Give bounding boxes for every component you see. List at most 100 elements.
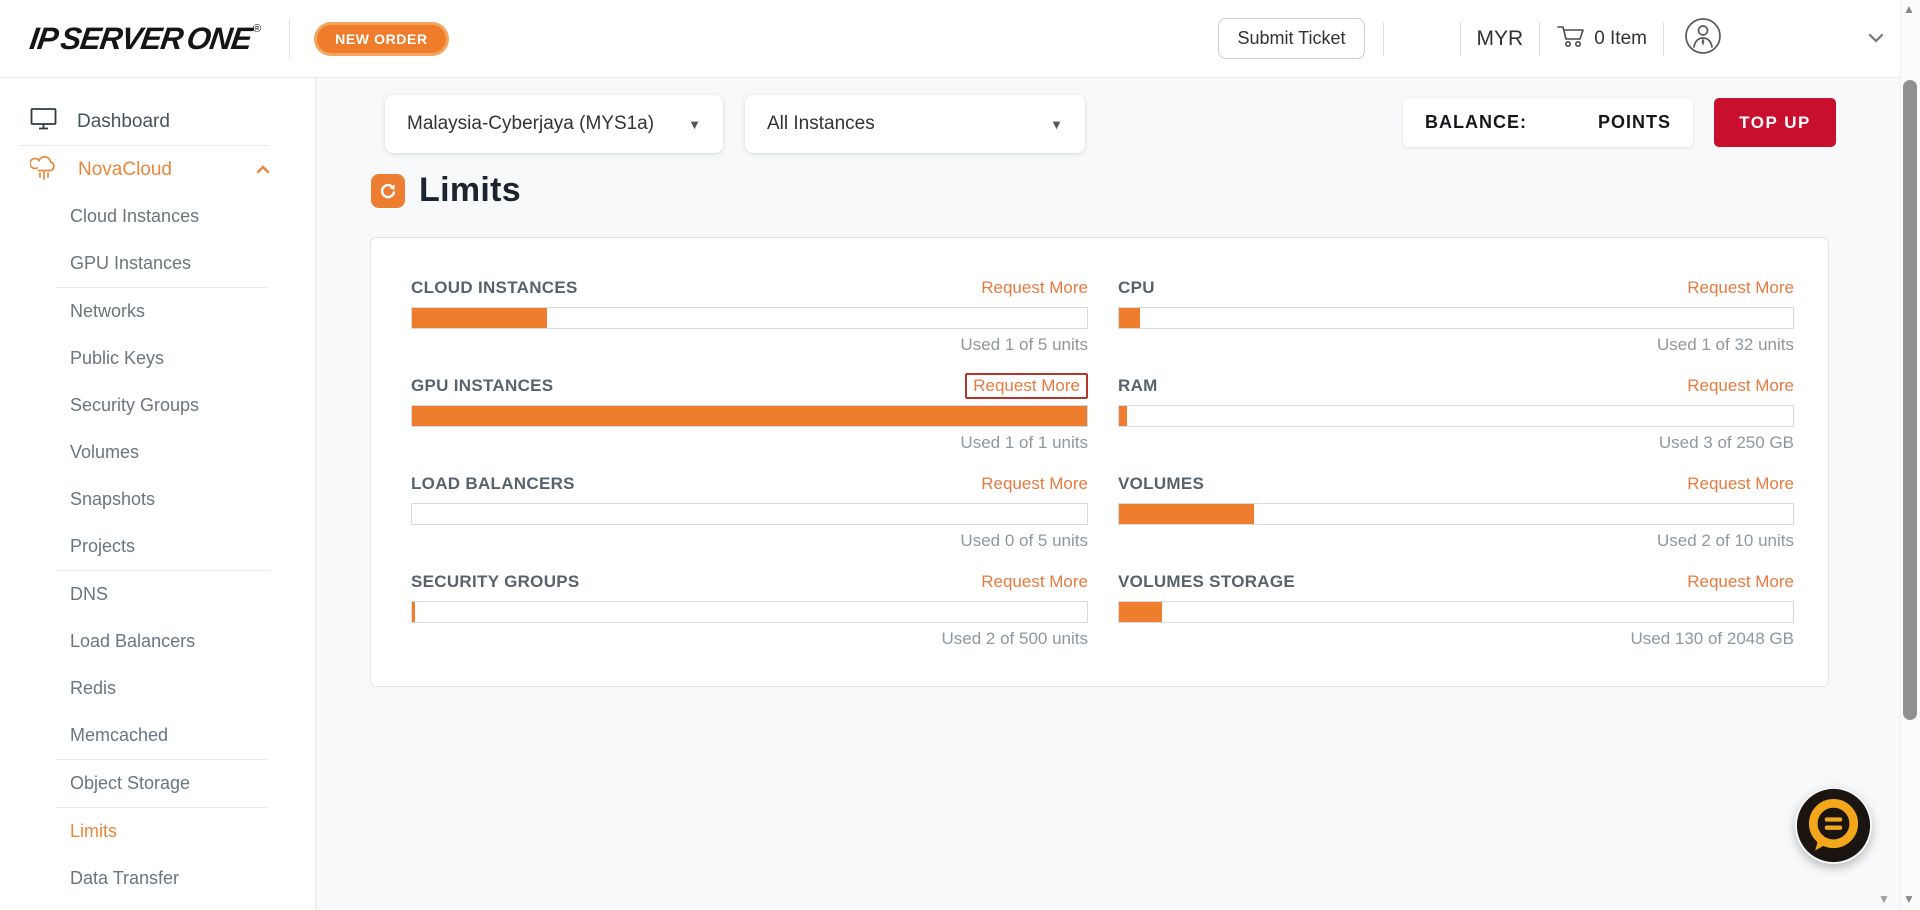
progress-track (411, 601, 1088, 623)
submit-ticket-button[interactable]: Submit Ticket (1218, 18, 1365, 59)
sidebar-item-security-groups[interactable]: Security Groups (0, 382, 315, 429)
limit-cell-volumes: VOLUMES Request More Used 2 of 10 units (1118, 472, 1794, 551)
sidebar-item-label: Limits (70, 821, 118, 841)
balance-label: BALANCE: (1425, 112, 1527, 132)
sidebar-item-label: NovaCloud (78, 158, 172, 180)
sidebar-item-projects[interactable]: Projects (0, 523, 315, 570)
sidebar-item-gpu-instances[interactable]: GPU Instances (0, 240, 315, 287)
ipserverone-logo[interactable]: IP SERVER ONE ® (27, 20, 262, 57)
progress-track (1118, 601, 1794, 623)
usage-text: Used 0 of 5 units (960, 531, 1088, 550)
sidebar-item-object-storage[interactable]: Object Storage (0, 760, 315, 807)
limit-cell-security-groups: SECURITY GROUPS Request More Used 2 of 5… (411, 570, 1088, 649)
usage-text: Used 2 of 500 units (941, 629, 1088, 648)
page-title: Limits (419, 171, 521, 209)
request-more-link[interactable]: Request More (981, 278, 1088, 298)
request-more-link[interactable]: Request More (1687, 376, 1794, 396)
sidebar-item-label: Cloud Instances (70, 206, 200, 226)
scroll-up-icon[interactable]: ▲ (1903, 2, 1915, 16)
sidebar-item-networks[interactable]: Networks (0, 288, 315, 335)
sidebar-item-load-balancers[interactable]: Load Balancers (0, 618, 315, 665)
progress-fill (1119, 308, 1141, 328)
region-dropdown[interactable]: Malaysia-Cyberjaya (MYS1a) ▼ (385, 95, 723, 153)
sidebar-item-label: Redis (70, 678, 117, 698)
usage-text: Used 1 of 1 units (960, 433, 1088, 452)
logo-registered-mark: ® (253, 22, 262, 35)
limit-cell-volumes-storage: VOLUMES STORAGE Request More Used 130 of… (1118, 570, 1794, 649)
sidebar-item-public-keys[interactable]: Public Keys (0, 335, 315, 382)
usage-text: Used 2 of 10 units (1656, 531, 1794, 550)
sidebar-item-label: GPU Instances (70, 253, 192, 273)
currency-label[interactable]: MYR (1477, 27, 1524, 51)
sidebar-item-snapshots[interactable]: Snapshots (0, 476, 315, 523)
dashboard-icon (30, 107, 57, 136)
sidebar-item-redis[interactable]: Redis (0, 665, 315, 712)
sidebar-item-data-transfer[interactable]: Data Transfer (0, 855, 315, 902)
progress-fill (412, 406, 1087, 426)
sidebar-item-cloud-instances[interactable]: Cloud Instances (0, 193, 315, 240)
limit-label: VOLUMES STORAGE (1118, 572, 1296, 591)
sidebar-item-volumes[interactable]: Volumes (0, 429, 315, 476)
instances-dropdown-value: All Instances (767, 113, 875, 134)
request-more-link[interactable]: Request More (1687, 572, 1794, 592)
limit-cell-cpu: CPU Request More Used 1 of 32 units (1118, 276, 1794, 355)
new-order-button[interactable]: NEW ORDER (314, 21, 449, 56)
sidebar-item-label: Object Storage (70, 773, 191, 793)
header-divider (289, 18, 291, 59)
header-divider (1459, 21, 1461, 56)
sidebar-item-label: Memcached (70, 725, 169, 745)
balance-box: BALANCE: POINTS (1403, 98, 1693, 147)
progress-track (1118, 503, 1794, 525)
header-divider (1539, 21, 1541, 56)
sidebar-item-label: Dashboard (77, 110, 170, 132)
limit-label: LOAD BALANCERS (411, 474, 575, 493)
header-divider (1382, 21, 1384, 56)
cart-icon (1556, 23, 1586, 54)
scroll-down-icon[interactable]: ▼ (1878, 892, 1890, 906)
request-more-link-highlighted[interactable]: Request More (965, 373, 1088, 399)
scroll-down-icon[interactable]: ▼ (1903, 892, 1915, 906)
chevron-up-icon (256, 161, 270, 179)
sidebar-item-label: Projects (70, 536, 136, 556)
sidebar-item-label: Public Keys (70, 348, 165, 368)
limit-label: VOLUMES (1118, 474, 1205, 493)
sidebar-item-dns[interactable]: DNS (0, 571, 315, 618)
page-scrollbar-thumb[interactable] (1903, 80, 1917, 720)
caret-down-icon: ▼ (688, 116, 701, 132)
sidebar-item-limits[interactable]: Limits (0, 808, 315, 855)
sidebar-item-label: Volumes (70, 442, 140, 462)
request-more-link[interactable]: Request More (1687, 278, 1794, 298)
progress-track (1118, 405, 1794, 427)
cart-button[interactable]: 0 Item (1556, 23, 1647, 54)
sidebar-nav: Dashboard NovaCloud Cloud Instances GPU … (0, 78, 316, 910)
sidebar-item-dashboard[interactable]: Dashboard (0, 98, 315, 145)
main-content: Malaysia-Cyberjaya (MYS1a) ▼ All Instanc… (317, 78, 1900, 910)
cart-count: 0 Item (1594, 27, 1647, 49)
usage-text: Used 130 of 2048 GB (1630, 629, 1794, 648)
progress-fill (1119, 602, 1162, 622)
progress-fill (412, 308, 547, 328)
limit-cell-gpu-instances: GPU INSTANCES Request More Used 1 of 1 u… (411, 373, 1088, 453)
profile-menu-button[interactable] (1684, 17, 1722, 60)
chevron-down-icon[interactable] (1868, 30, 1884, 48)
progress-fill (1119, 406, 1128, 426)
sidebar-item-memcached[interactable]: Memcached (0, 712, 315, 759)
sidebar-item-label: Networks (70, 301, 146, 321)
usage-text: Used 1 of 32 units (1656, 335, 1794, 354)
request-more-link[interactable]: Request More (981, 572, 1088, 592)
sidebar-item-novacloud[interactable]: NovaCloud (0, 146, 315, 193)
limits-card: CLOUD INSTANCES Request More Used 1 of 5… (370, 237, 1829, 687)
progress-fill (1119, 504, 1254, 524)
limit-label: RAM (1118, 376, 1158, 395)
request-more-link[interactable]: Request More (1687, 474, 1794, 494)
logo-text: IP SERVER ONE (27, 20, 254, 56)
sidebar-item-label: DNS (70, 584, 109, 604)
top-up-button[interactable]: TOP UP (1714, 98, 1836, 147)
limit-cell-ram: RAM Request More Used 3 of 250 GB (1118, 374, 1794, 453)
chat-widget-button[interactable] (1795, 787, 1872, 864)
request-more-link[interactable]: Request More (981, 474, 1088, 494)
balance-points-label: POINTS (1597, 112, 1671, 132)
instances-dropdown[interactable]: All Instances ▼ (745, 95, 1085, 153)
caret-down-icon: ▼ (1050, 116, 1063, 132)
progress-track (1118, 307, 1794, 329)
